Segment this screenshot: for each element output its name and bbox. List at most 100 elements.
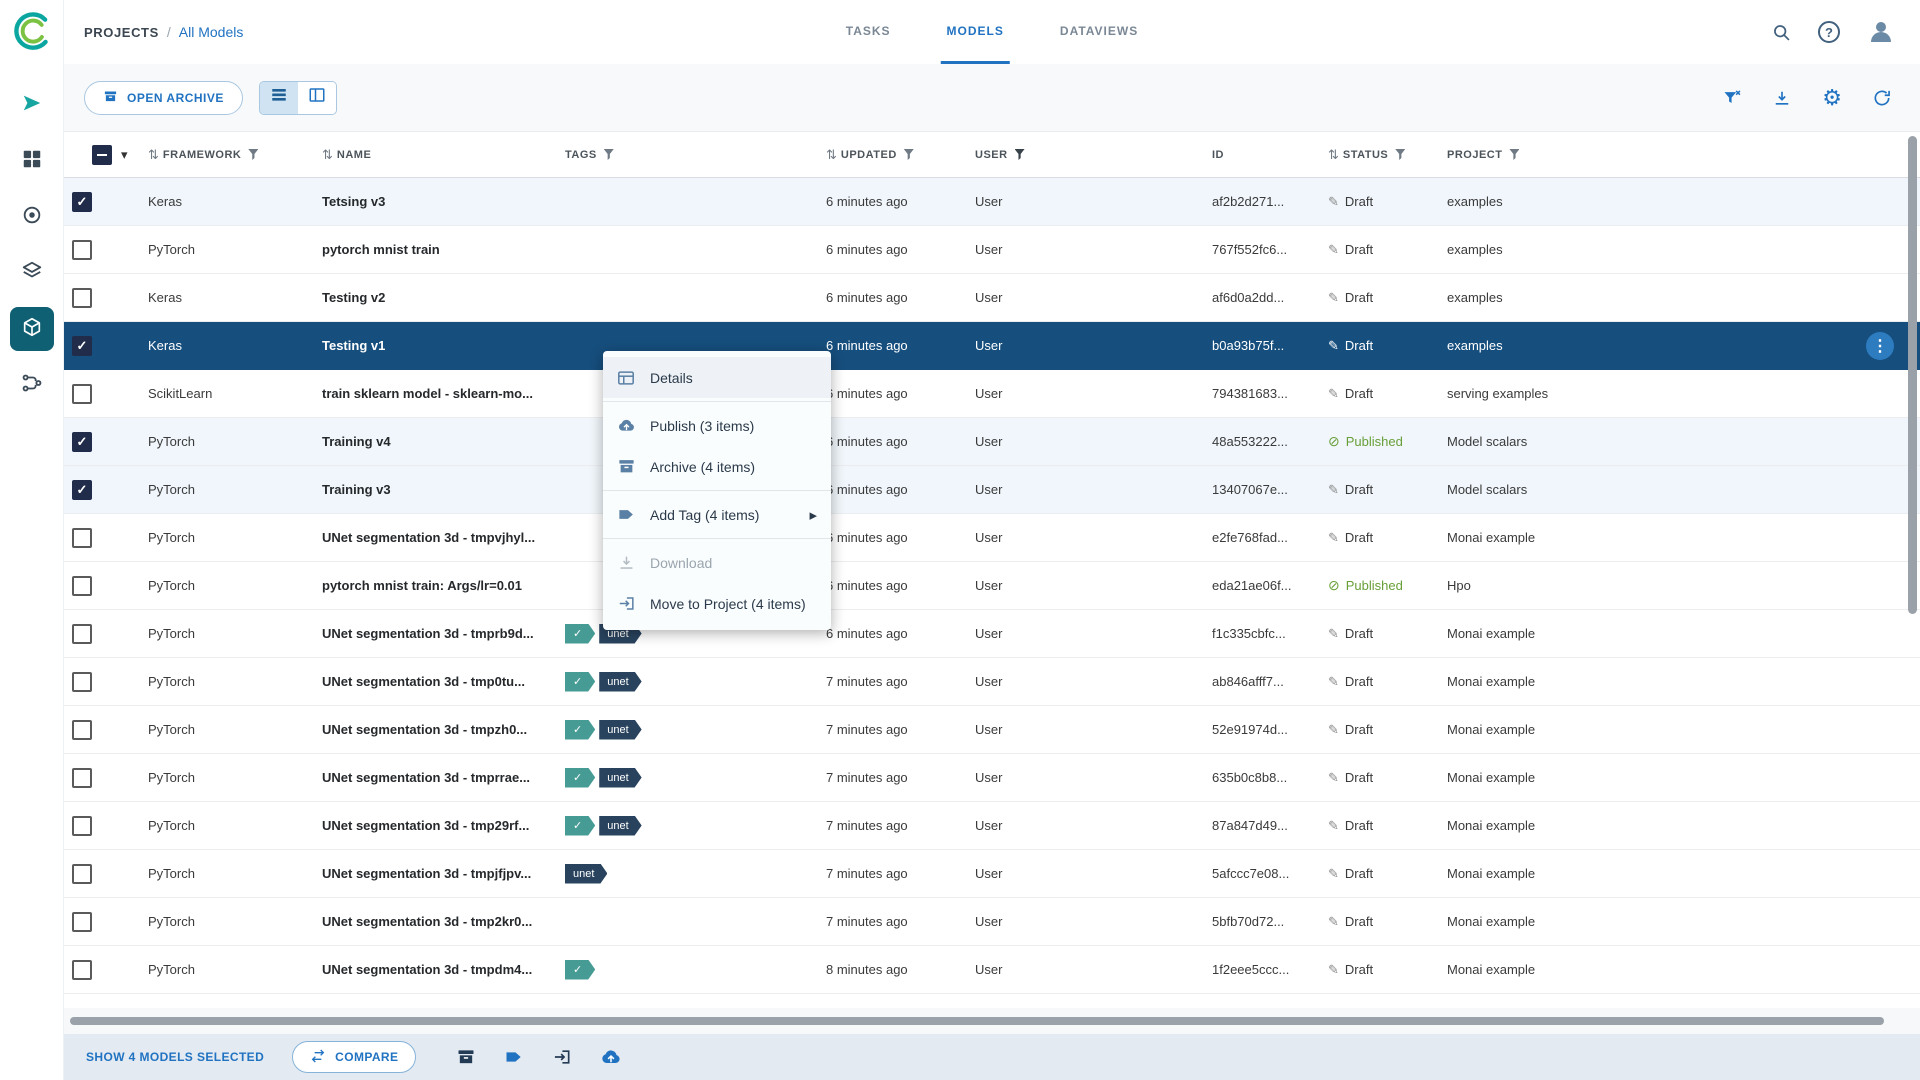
menu-item-details[interactable]: Details [603, 357, 831, 398]
table-row[interactable]: PyTorch Training v3 6 minutes ago User 1… [64, 466, 1920, 514]
tag-icon[interactable] [504, 1047, 524, 1067]
search-icon[interactable] [1771, 22, 1792, 43]
table-row[interactable]: PyTorch UNet segmentation 3d - tmp2kr0..… [64, 898, 1920, 946]
menu-item-archive-4-items[interactable]: Archive (4 items) [603, 446, 831, 487]
cell-user: User [975, 818, 1003, 833]
table-view-button[interactable] [259, 81, 298, 114]
table-row[interactable]: PyTorch UNet segmentation 3d - tmp0tu...… [64, 658, 1920, 706]
filter-icon[interactable] [603, 149, 614, 160]
row-checkbox[interactable] [72, 959, 92, 980]
vertical-scrollbar[interactable] [1908, 136, 1917, 1016]
sidebar-item-datasets[interactable] [10, 251, 54, 295]
table-row[interactable]: PyTorch UNet segmentation 3d - tmpvjhyl.… [64, 514, 1920, 562]
menu-item-add-tag-4-items[interactable]: Add Tag (4 items) [603, 494, 831, 535]
cell-name: train sklearn model - sklearn-mo... [322, 386, 533, 401]
row-checkbox[interactable] [72, 767, 92, 788]
tab-tasks[interactable]: TASKS [840, 0, 897, 64]
table-row[interactable]: PyTorch UNet segmentation 3d - tmprrae..… [64, 754, 1920, 802]
detail-view-button[interactable] [297, 81, 336, 114]
user-filter-icon[interactable] [1014, 149, 1025, 160]
tab-models[interactable]: MODELS [940, 0, 1010, 64]
sort-icon[interactable] [1328, 146, 1339, 164]
archive-icon[interactable] [456, 1047, 476, 1067]
refresh-icon[interactable] [1872, 88, 1892, 108]
select-all-checkbox[interactable] [92, 144, 112, 165]
row-checkbox[interactable] [72, 911, 92, 932]
row-checkbox[interactable] [72, 575, 92, 596]
table-row[interactable]: Keras Testing v1 6 minutes ago User b0a9… [64, 322, 1920, 370]
horizontal-scrollbar[interactable] [64, 1008, 1920, 1034]
table-row[interactable]: PyTorch Training v4 6 minutes ago User 4… [64, 418, 1920, 466]
column-header-project[interactable]: PROJECT [1439, 149, 1920, 161]
table-row[interactable]: Keras Testing v2 6 minutes ago User af6d… [64, 274, 1920, 322]
user-avatar[interactable] [1866, 17, 1896, 47]
vertical-scrollbar-thumb[interactable] [1908, 136, 1917, 614]
row-context-menu-button[interactable] [1866, 332, 1894, 360]
horizontal-scrollbar-thumb[interactable] [70, 1017, 1884, 1025]
table-row[interactable]: PyTorch UNet segmentation 3d - tmprb9d..… [64, 610, 1920, 658]
filter-icon[interactable] [903, 149, 914, 160]
row-checkbox[interactable] [72, 335, 92, 356]
table-row[interactable]: PyTorch pytorch mnist train 6 minutes ag… [64, 226, 1920, 274]
clear-filters-icon[interactable] [1722, 88, 1742, 108]
help-icon[interactable] [1818, 21, 1840, 43]
sort-icon[interactable] [322, 146, 333, 164]
menu-item-publish-3-items[interactable]: Publish (3 items) [603, 405, 831, 446]
clearml-logo[interactable] [11, 10, 53, 57]
column-header-framework[interactable]: FRAMEWORK [140, 146, 314, 164]
cell-status: Draft [1320, 290, 1439, 306]
table-row[interactable]: PyTorch pytorch mnist train: Args/lr=0.0… [64, 562, 1920, 610]
tag-pill-check: ✓ [565, 960, 595, 980]
sort-icon[interactable] [826, 146, 837, 164]
column-header-tags[interactable]: TAGS [557, 149, 818, 161]
row-checkbox[interactable] [72, 1007, 92, 1008]
filter-icon[interactable] [1509, 149, 1520, 160]
sidebar-item-models[interactable] [9, 307, 54, 351]
table-row[interactable]: ScikitLearn train sklearn model - sklear… [64, 370, 1920, 418]
row-checkbox[interactable] [72, 431, 92, 452]
filter-icon[interactable] [248, 149, 259, 160]
sidebar-item-projects[interactable] [10, 195, 54, 239]
sidebar-item-pipelines[interactable] [10, 363, 54, 407]
row-checkbox[interactable] [72, 383, 92, 404]
open-archive-button[interactable]: OPEN ARCHIVE [84, 80, 243, 115]
selection-dropdown-icon[interactable] [121, 146, 128, 164]
row-checkbox[interactable] [72, 479, 92, 500]
row-checkbox[interactable] [72, 815, 92, 836]
table-row[interactable]: PyTorch UNet segmentation 3d - tmpdm4...… [64, 946, 1920, 994]
draft-pencil-icon [1328, 338, 1339, 354]
column-header-updated[interactable]: UPDATED [818, 146, 967, 164]
compare-button[interactable]: COMPARE [292, 1041, 417, 1073]
row-checkbox[interactable] [72, 527, 92, 548]
sidebar-item-getting-started[interactable] [10, 83, 54, 127]
row-checkbox[interactable] [72, 719, 92, 740]
row-checkbox[interactable] [72, 671, 92, 692]
publish-icon[interactable] [600, 1046, 622, 1068]
table-row[interactable]: PyTorch UNet segmentation 3d - tmp6fa0..… [64, 994, 1920, 1008]
row-checkbox[interactable] [72, 863, 92, 884]
row-checkbox[interactable] [72, 191, 92, 212]
sidebar-item-dashboard[interactable] [10, 139, 54, 183]
table-row[interactable]: Keras Tetsing v3 6 minutes ago User af2b… [64, 178, 1920, 226]
column-header-name[interactable]: NAME [314, 146, 557, 164]
table-row[interactable]: PyTorch UNet segmentation 3d - tmpjfjpv.… [64, 850, 1920, 898]
table-row[interactable]: PyTorch UNet segmentation 3d - tmpzh0...… [64, 706, 1920, 754]
settings-icon[interactable] [1822, 88, 1842, 108]
menu-item-move-to-project-4-items[interactable]: Move to Project (4 items) [603, 583, 831, 624]
column-header-id[interactable]: ID [1204, 149, 1320, 161]
row-checkbox[interactable] [72, 287, 92, 308]
column-header-user[interactable]: USER [967, 149, 1204, 161]
breadcrumb-all-models[interactable]: All Models [179, 24, 244, 40]
row-checkbox[interactable] [72, 239, 92, 260]
sort-icon[interactable] [148, 146, 159, 164]
column-header-status[interactable]: STATUS [1320, 146, 1439, 164]
tab-dataviews[interactable]: DATAVIEWS [1054, 0, 1144, 64]
row-checkbox[interactable] [72, 623, 92, 644]
show-selected-link[interactable]: SHOW 4 MODELS SELECTED [86, 1050, 264, 1064]
download-icon[interactable] [1772, 88, 1792, 108]
breadcrumb-projects[interactable]: PROJECTS [84, 25, 159, 40]
table-row[interactable]: PyTorch UNet segmentation 3d - tmp29rf..… [64, 802, 1920, 850]
move-to-project-icon[interactable] [552, 1047, 572, 1067]
cell-id: b0a93b75f... [1212, 338, 1285, 353]
filter-icon[interactable] [1395, 149, 1406, 160]
